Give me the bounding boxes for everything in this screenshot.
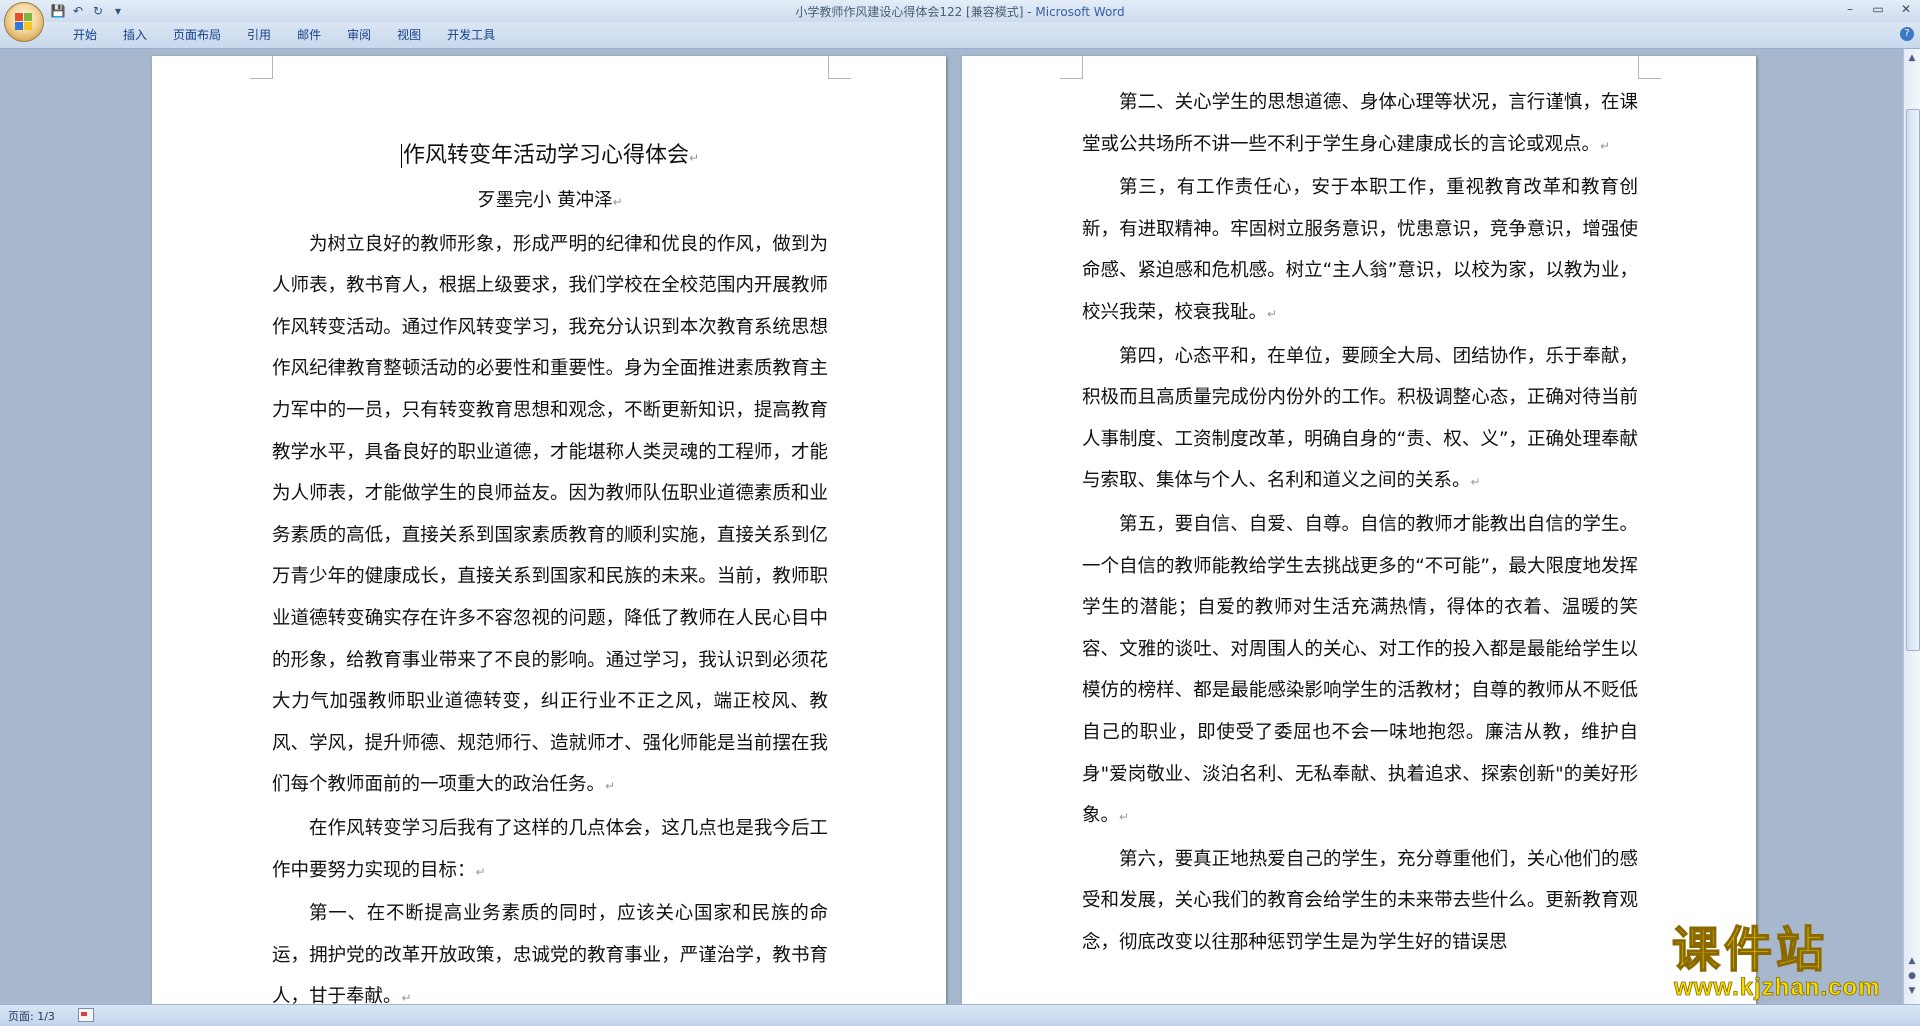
- crop-mark: [1638, 56, 1661, 79]
- crop-mark: [1060, 56, 1083, 79]
- status-bar: 页面: 1/3: [0, 1004, 1920, 1026]
- office-button[interactable]: [4, 2, 44, 42]
- document-title: 作风转变年活动学习心得体会↵: [400, 143, 700, 168]
- tab-page-layout[interactable]: 页面布局: [160, 27, 234, 43]
- title-bar: 💾 ↶ ↻ ▾ 小学教师作风建设心得体会122 [兼容模式] - Microso…: [0, 0, 1920, 22]
- document-page[interactable]: 作风转变年活动学习心得体会↵ 歹墨完小 黄冲泽↵ 为树立良好的教师形象，形成严明…: [152, 56, 946, 1004]
- paragraph: 第六，要真正地热爱自己的学生，充分尊重他们，关心他们的感受和发展，关心我们的教育…: [1082, 848, 1638, 953]
- document-author: 歹墨完小 黄冲泽↵: [477, 190, 623, 211]
- help-icon[interactable]: ?: [1900, 27, 1914, 41]
- maximize-button[interactable]: ▭: [1870, 1, 1886, 17]
- document-workspace[interactable]: 作风转变年活动学习心得体会↵ 歹墨完小 黄冲泽↵ 为树立良好的教师形象，形成严明…: [0, 49, 1903, 1004]
- paragraph: 第三，有工作责任心，安于本职工作，重视教育改革和教育创新，有进取精神。牢固树立服…: [1082, 177, 1638, 323]
- watermark-url: www.kjzhan.com: [1674, 974, 1881, 1002]
- ribbon-tab-bar: 开始 插入 页面布局 引用 邮件 审阅 视图 开发工具 ?: [0, 22, 1920, 49]
- crop-mark: [250, 56, 273, 79]
- tab-view[interactable]: 视图: [384, 27, 434, 43]
- window-title: 小学教师作风建设心得体会122 [兼容模式] - Microsoft Word: [0, 3, 1920, 20]
- page-body[interactable]: 第二、关心学生的思想道德、身体心理等状况，言行谨慎，在课堂或公共场所不讲一些不利…: [1082, 82, 1638, 963]
- text-cursor: [400, 144, 402, 168]
- document-name: 小学教师作风建设心得体会122 [兼容模式] -: [795, 5, 1036, 19]
- office-logo-icon: [15, 13, 33, 31]
- paragraph: 第五，要自信、自爱、自尊。自信的教师才能教出自信的学生。一个自信的教师能教给学生…: [1082, 513, 1638, 827]
- macro-record-icon[interactable]: [78, 1008, 94, 1022]
- paragraph: 第四，心态平和，在单位，要顾全大局、团结协作，乐于奉献，积极而且高质量完成份内份…: [1082, 345, 1638, 492]
- minimize-button[interactable]: –: [1842, 1, 1858, 17]
- paragraph: 在作风转变学习后我有了这样的几点体会，这几点也是我今后工作中要努力实现的目标：↵: [272, 817, 828, 881]
- crop-mark: [828, 56, 851, 79]
- app-name: Microsoft Word: [1035, 5, 1125, 19]
- tab-references[interactable]: 引用: [234, 27, 284, 43]
- page-body[interactable]: 作风转变年活动学习心得体会↵ 歹墨完小 黄冲泽↵ 为树立良好的教师形象，形成严明…: [272, 134, 828, 1004]
- vertical-scrollbar[interactable]: ▲ ▲ ● ▼: [1903, 49, 1920, 1004]
- paragraph: 第二、关心学生的思想道德、身体心理等状况，言行谨慎，在课堂或公共场所不讲一些不利…: [1082, 92, 1638, 155]
- scrollbar-thumb[interactable]: [1906, 109, 1920, 651]
- document-page[interactable]: 第二、关心学生的思想道德、身体心理等状况，言行谨慎，在课堂或公共场所不讲一些不利…: [962, 56, 1756, 1004]
- paragraph: 第一、在不断提高业务素质的同时，应该关心国家和民族的命运，拥护党的改革开放政策，…: [272, 903, 828, 1004]
- tab-home[interactable]: 开始: [60, 27, 110, 43]
- paragraph: 为树立良好的教师形象，形成严明的纪律和优良的作风，做到为人师表，教书育人，根据上…: [272, 233, 828, 796]
- site-watermark: 课件站 www.kjzhan.com: [1668, 922, 1908, 1004]
- close-button[interactable]: ✕: [1898, 1, 1914, 17]
- page-count-status[interactable]: 页面: 1/3: [8, 1008, 55, 1024]
- tab-review[interactable]: 审阅: [334, 27, 384, 43]
- tab-mailings[interactable]: 邮件: [284, 27, 334, 43]
- tab-insert[interactable]: 插入: [110, 27, 160, 43]
- scroll-up-icon[interactable]: ▲: [1905, 51, 1919, 65]
- window-controls: – ▭ ✕: [1842, 1, 1914, 17]
- tab-developer[interactable]: 开发工具: [434, 27, 508, 43]
- watermark-text: 课件站: [1671, 922, 1829, 978]
